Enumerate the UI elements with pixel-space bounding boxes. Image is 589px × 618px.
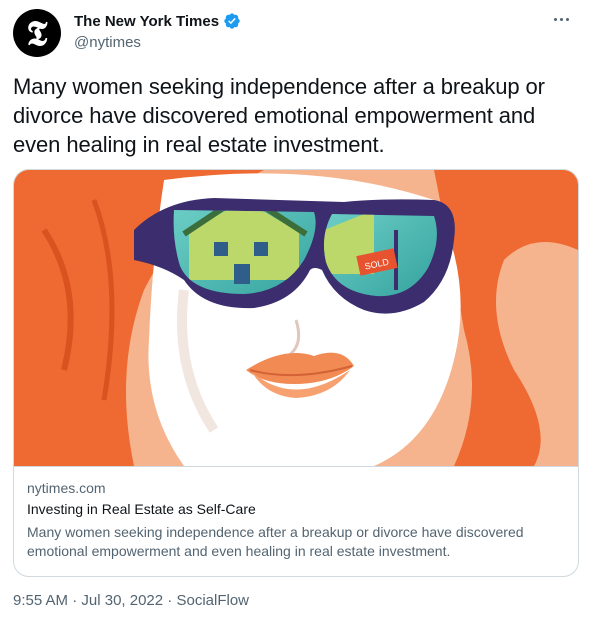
link-preview-card[interactable]: SOLD nytimes.com Investing in Real Estat… — [13, 169, 579, 577]
tweet-metadata: 9:55 AM · Jul 30, 2022 · SocialFlow — [13, 592, 249, 609]
avatar-logo-glyph: 𝕿 — [26, 14, 48, 54]
tweet-timestamp[interactable]: 9:55 AM · Jul 30, 2022 — [13, 592, 163, 609]
card-divider — [14, 466, 578, 467]
verified-badge-icon — [224, 13, 240, 29]
tweet-time: 9:55 AM — [13, 592, 69, 609]
tweet-date: Jul 30, 2022 — [81, 592, 164, 609]
author-avatar[interactable]: 𝕿 — [13, 9, 61, 57]
author-handle[interactable]: @nytimes — [74, 34, 141, 51]
tweet-source[interactable]: SocialFlow — [176, 592, 249, 609]
meta-separator-2: · — [163, 592, 177, 609]
card-illustration-image[interactable]: SOLD — [14, 170, 578, 466]
more-options-icon[interactable] — [549, 9, 573, 29]
author-display-name[interactable]: The New York Times — [74, 13, 219, 30]
tweet-text: Many women seeking independence after a … — [13, 74, 545, 157]
author-name-row: The New York Times — [74, 12, 241, 30]
card-title[interactable]: Investing in Real Estate as Self-Care — [27, 501, 256, 517]
meta-separator: · — [68, 592, 82, 609]
card-description: Many women seeking independence after a … — [27, 524, 524, 559]
card-domain: nytimes.com — [27, 480, 106, 496]
tweet: 𝕿 The New York Times @nytimes Many women… — [0, 0, 589, 618]
